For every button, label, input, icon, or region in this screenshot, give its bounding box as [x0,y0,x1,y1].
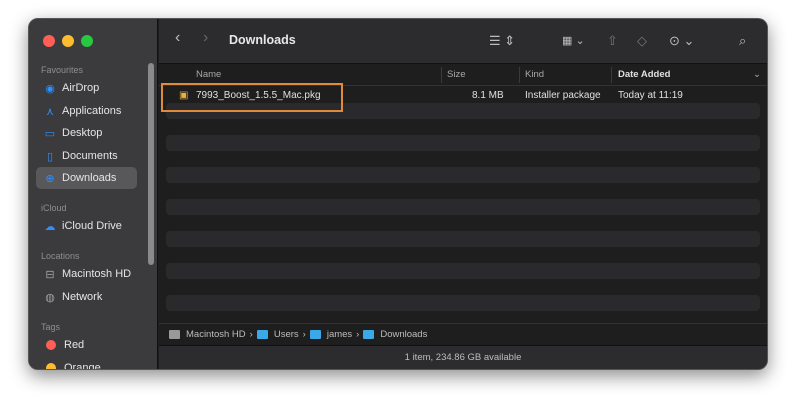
sidebar-item-downloads[interactable]: ⊕ Downloads [36,167,137,189]
back-button[interactable]: ‹ [175,29,180,47]
sidebar-item-label: AirDrop [62,82,100,94]
tag-icon[interactable]: ◇ [637,33,647,49]
sidebar-item-documents[interactable]: ▯ Documents [36,145,137,167]
cloud-icon: ☁ [44,220,56,233]
sidebar-item-label: Documents [62,150,118,162]
folder-icon [363,330,375,339]
status-bar: 1 item, 234.86 GB available [159,345,767,369]
close-button[interactable] [43,35,55,47]
path-item[interactable]: james [327,329,352,340]
drive-icon [169,330,180,339]
sidebar-item-label: Applications [62,105,122,117]
sidebar-item-applications[interactable]: ⋏ Applications [36,100,137,122]
document-icon: ▯ [46,150,54,163]
column-size[interactable]: Size [447,69,465,80]
sidebar-item-airdrop[interactable]: ◉ AirDrop [36,77,137,99]
column-name[interactable]: Name [196,69,221,80]
sidebar-item-icloud-drive[interactable]: ☁ iCloud Drive [36,215,137,237]
sidebar-item-label: Red [64,339,85,351]
section-icloud: iCloud [41,203,67,213]
main-pane: ‹ › Downloads ☰ ⇕ ▦ ⌄ ⇧ ◇ ⊙ ⌄ ⌕ Name Siz… [159,19,767,369]
section-locations: Locations [41,251,80,261]
toolbar: ‹ › Downloads ☰ ⇕ ▦ ⌄ ⇧ ◇ ⊙ ⌄ ⌕ [159,19,767,64]
forward-button[interactable]: › [203,29,208,47]
section-favourites: Favourites [41,65,84,75]
sidebar: Favourites ◉ AirDrop ⋏ Applications ▭ Deskt… [29,19,158,369]
folder-icon [309,330,321,339]
window-title: Downloads [229,33,296,47]
column-date-added[interactable]: Date Added [618,69,670,80]
sidebar-tag-red[interactable]: Red [36,334,137,356]
globe-icon: ◍ [45,291,55,304]
more-button[interactable]: ⊙ ⌄ [669,33,694,49]
path-bar: Macintosh HD › Users › james › Downloads [159,323,767,345]
sidebar-item-label: Downloads [62,172,117,184]
folder-icon [256,330,268,339]
downloads-icon: ⊕ [45,172,55,185]
minimize-button[interactable] [62,35,74,47]
sidebar-item-label: Macintosh HD [62,268,132,280]
red-tag-icon [46,340,56,350]
orange-tag-icon [46,363,56,369]
sidebar-item-label: Network [62,291,103,303]
column-kind[interactable]: Kind [525,69,544,80]
file-kind: Installer package [525,90,601,101]
search-icon[interactable]: ⌕ [739,33,746,49]
drive-icon: ⊟ [45,268,55,281]
sidebar-item-macintosh-hd[interactable]: ⊟ Macintosh HD [36,263,137,285]
airdrop-icon: ◉ [45,82,55,95]
highlight-box [161,83,343,112]
path-item[interactable]: Users [274,329,299,340]
window-controls [43,35,93,47]
sidebar-item-desktop[interactable]: ▭ Desktop [36,122,137,144]
group-button[interactable]: ▦ ⌄ [562,34,585,47]
file-date: Today at 11:19 [618,90,683,101]
sidebar-item-label: Desktop [62,127,103,139]
file-size: 8.1 MB [472,90,504,101]
sidebar-tag-orange[interactable]: Orange [36,357,137,370]
path-item[interactable]: Downloads [380,329,427,340]
desktop-icon: ▭ [44,127,56,140]
list-view-button[interactable]: ☰ ⇕ [489,33,515,49]
sidebar-item-network[interactable]: ◍ Network [36,286,137,308]
share-icon[interactable]: ⇧ [607,33,618,49]
file-list [166,87,760,327]
finder-window: Favourites ◉ AirDrop ⋏ Applications ▭ Deskt… [28,18,768,370]
sidebar-item-label: Orange [64,362,101,370]
sort-chevron-icon[interactable]: ⌄ [753,69,761,80]
zoom-button[interactable] [81,35,93,47]
applications-icon: ⋏ [45,105,55,118]
sidebar-scrollbar[interactable] [148,63,154,265]
section-tags: Tags [41,322,61,332]
path-item[interactable]: Macintosh HD [186,329,246,340]
sidebar-item-label: iCloud Drive [62,220,122,232]
